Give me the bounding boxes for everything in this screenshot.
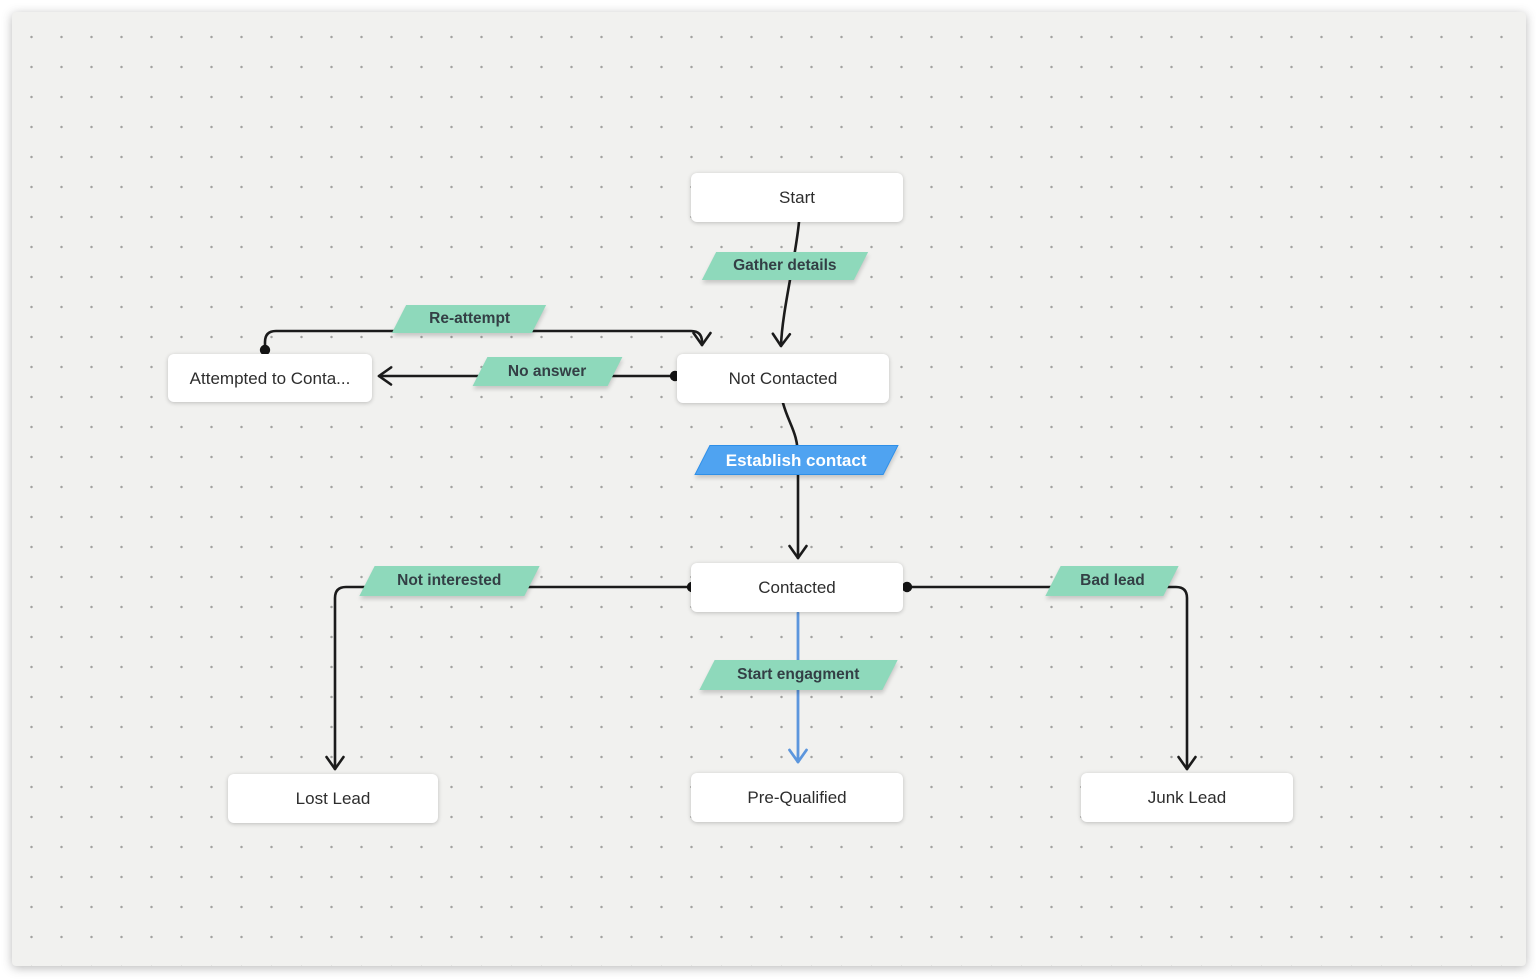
node-label: Contacted — [758, 579, 836, 596]
edge-bad-lead[interactable] — [907, 587, 1187, 769]
node-label: Attempted to Conta... — [190, 370, 351, 387]
transition-label-start-engagment[interactable]: Start engagment — [699, 660, 897, 690]
transition-label-text: Not interested — [397, 573, 501, 589]
transition-label-text: Bad lead — [1080, 573, 1145, 589]
transition-label-text: No answer — [508, 364, 586, 380]
node-contacted[interactable]: Contacted — [691, 563, 903, 612]
node-label: Lost Lead — [296, 790, 371, 807]
node-label: Start — [779, 189, 815, 206]
node-label: Not Contacted — [729, 370, 838, 387]
transition-label-text: Establish contact — [726, 452, 867, 469]
node-not-contacted[interactable]: Not Contacted — [677, 354, 889, 403]
transition-label-bad-lead[interactable]: Bad lead — [1045, 566, 1178, 596]
transition-label-text: Start engagment — [737, 667, 859, 683]
transition-label-establish-contact[interactable]: Establish contact — [694, 445, 898, 475]
transition-label-not-interested[interactable]: Not interested — [359, 566, 539, 596]
transition-label-text: Re-attempt — [429, 311, 510, 327]
edge-establish-contact[interactable] — [783, 403, 798, 558]
blueprint-canvas[interactable]: Gather details Re-attempt No answer Esta… — [12, 12, 1526, 966]
edge-not-interested[interactable] — [335, 587, 692, 769]
node-start[interactable]: Start — [691, 173, 903, 222]
node-attempted-to-contact[interactable]: Attempted to Conta... — [168, 354, 372, 402]
edge-re-attempt[interactable] — [265, 331, 702, 350]
node-pre-qualified[interactable]: Pre-Qualified — [691, 773, 903, 822]
node-label: Pre-Qualified — [747, 789, 846, 806]
node-label: Junk Lead — [1148, 789, 1226, 806]
node-lost-lead[interactable]: Lost Lead — [228, 774, 438, 823]
transition-label-gather-details[interactable]: Gather details — [702, 252, 868, 280]
transition-label-re-attempt[interactable]: Re-attempt — [392, 305, 546, 333]
edge-start-to-not-contacted[interactable] — [781, 222, 799, 346]
node-junk-lead[interactable]: Junk Lead — [1081, 773, 1293, 822]
transition-label-no-answer[interactable]: No answer — [473, 357, 623, 386]
transition-label-text: Gather details — [733, 258, 836, 274]
